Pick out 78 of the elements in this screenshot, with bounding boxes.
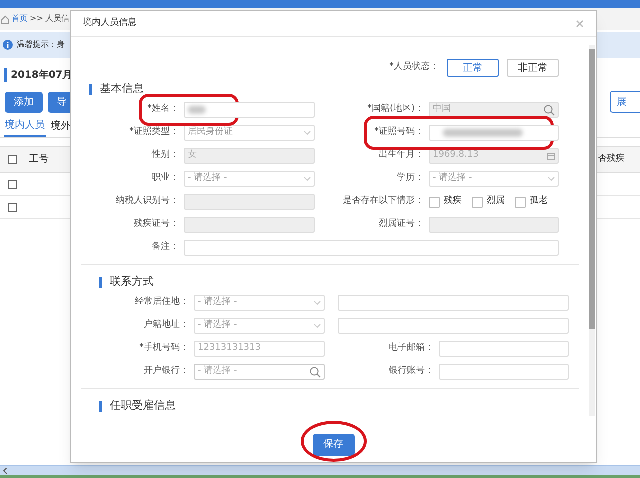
- save-button[interactable]: 保存: [312, 434, 354, 456]
- toolbar-button[interactable]: 展: [610, 91, 640, 113]
- tip-text: 温馨提示：身: [17, 39, 65, 51]
- field-label: 纳税人识别号：: [116, 195, 179, 208]
- column-header: 工号: [29, 153, 49, 167]
- field-label: 出生年月：: [379, 149, 424, 162]
- field-label: *人员状态：: [390, 61, 439, 74]
- input-field[interactable]: [338, 318, 569, 334]
- dropdown[interactable]: 居民身份证: [184, 125, 315, 141]
- field-label: 银行账号：: [389, 365, 434, 378]
- vertical-scrollbar[interactable]: [589, 45, 595, 416]
- field-label: 经常居住地：: [135, 296, 189, 310]
- section-title: 任职受雇信息: [110, 398, 176, 414]
- field-label: *姓名：: [148, 103, 179, 116]
- field-label: 户籍地址：: [144, 319, 189, 332]
- search-icon: [310, 366, 321, 378]
- checkbox[interactable]: [8, 155, 17, 164]
- breadcrumb-link[interactable]: 首页: [12, 13, 28, 25]
- section-title: 基本信息: [100, 80, 144, 97]
- input-field[interactable]: [184, 240, 559, 256]
- status-option[interactable]: 正常: [447, 59, 499, 77]
- field-label: 学历：: [397, 172, 424, 186]
- field-label: *国籍(地区)：: [367, 103, 424, 116]
- chevron-icon: [304, 177, 311, 181]
- toolbar-button[interactable]: 添加: [5, 92, 43, 112]
- input-field[interactable]: 12313131313: [194, 341, 325, 357]
- dropdown[interactable]: - 请选择 -: [429, 171, 559, 187]
- checkbox-label: 烈属: [487, 195, 505, 208]
- search-field[interactable]: - 请选择 -: [194, 364, 325, 380]
- dropdown[interactable]: - 请选择 -: [194, 295, 325, 311]
- dialog-title: 境内人员信息: [83, 16, 137, 30]
- info-icon: [3, 40, 13, 50]
- field-label: 烈属证号：: [379, 218, 424, 232]
- column-header: 否残疾: [598, 152, 625, 166]
- checkbox[interactable]: [472, 196, 483, 208]
- chevron-icon: [314, 324, 321, 328]
- input-field[interactable]: [439, 341, 569, 357]
- tab[interactable]: 境外: [50, 116, 72, 137]
- field-label: *手机号码：: [140, 342, 189, 356]
- breadcrumb-text: >>: [30, 13, 44, 25]
- blurred-value: [188, 106, 206, 114]
- tab[interactable]: 境内人员: [4, 116, 46, 137]
- checkbox-label: 残疾: [444, 195, 462, 208]
- checkbox[interactable]: [8, 202, 17, 212]
- field-label: 残疾证号：: [134, 218, 179, 232]
- input-field[interactable]: [184, 217, 315, 233]
- input-field[interactable]: [429, 217, 559, 233]
- input-field[interactable]: [184, 194, 315, 210]
- field-label: 是否存在以下情形：: [343, 195, 424, 208]
- dropdown[interactable]: - 请选择 -: [184, 171, 315, 187]
- checkbox-label: 孤老: [530, 195, 548, 208]
- field-label: 备注：: [152, 241, 179, 254]
- dropdown[interactable]: - 请选择 -: [194, 318, 325, 334]
- input-field[interactable]: [338, 295, 569, 311]
- field-label: 电子邮箱：: [389, 342, 434, 356]
- checkbox[interactable]: [8, 180, 17, 188]
- input-field[interactable]: [184, 102, 315, 118]
- chevron-icon: [304, 131, 311, 135]
- close-icon: [576, 20, 584, 28]
- input-field[interactable]: 女: [184, 148, 315, 164]
- breadcrumb-text: 人员信: [45, 13, 70, 25]
- home-icon: [1, 14, 10, 24]
- status-option[interactable]: 非正常: [507, 59, 559, 77]
- input-field[interactable]: [439, 364, 569, 380]
- field-label: *证照号码：: [374, 126, 424, 140]
- field-label: *证照类型：: [130, 126, 179, 140]
- horizontal-scrollbar[interactable]: [0, 465, 640, 475]
- checkbox[interactable]: [429, 196, 440, 208]
- chevron-icon: [548, 177, 555, 181]
- checkbox[interactable]: [515, 196, 526, 208]
- input-field[interactable]: [429, 125, 559, 141]
- field-label: 性别：: [152, 149, 179, 162]
- calendar-icon: [547, 152, 555, 160]
- chevron-icon: [314, 301, 321, 305]
- field-label: 职业：: [152, 172, 179, 186]
- section-title: 联系方式: [110, 274, 154, 290]
- search-icon: [544, 104, 555, 116]
- field-label: 开户银行：: [144, 365, 189, 378]
